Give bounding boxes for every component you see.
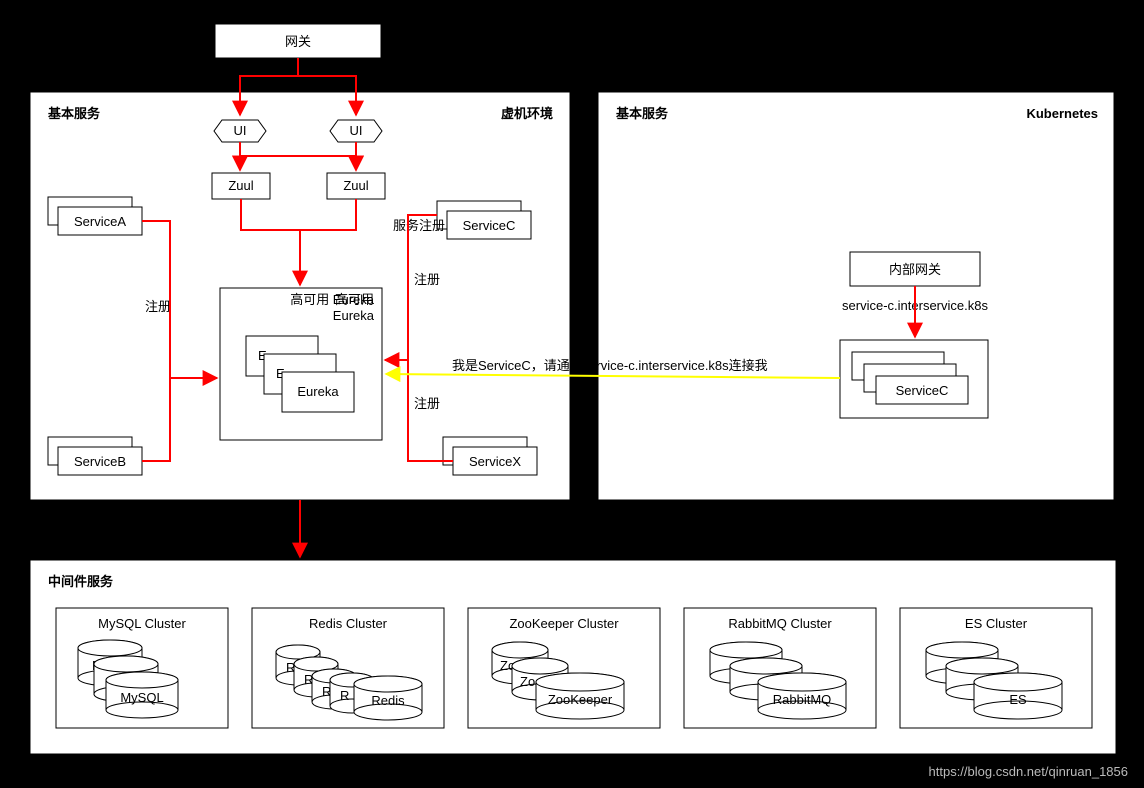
svg-text:RabbitMQ Cluster: RabbitMQ Cluster [728,616,832,631]
es-cluster: ES Cluster ES [900,608,1092,728]
svg-text:ZooKeeper: ZooKeeper [548,692,613,707]
redis-cluster: Redis Cluster R R [252,608,444,728]
svg-text:ZooKeeper Cluster: ZooKeeper Cluster [509,616,619,631]
zookeeper-cluster: ZooKeeper Cluster Zoo Zoo [468,608,660,728]
k8s-container: 基本服务 Kubernetes 内部网关 service-c.interserv… [598,92,1114,500]
diagram-root: 网关 基本服务 虚机环境 UI UI Zuul Zuul ServiceA [0,0,1144,788]
service-c-k8s-stack: ServiceC [840,340,988,418]
svg-text:ServiceB: ServiceB [74,454,126,469]
svg-text:UI: UI [234,123,247,138]
zuul-box-2: Zuul [327,173,385,199]
mysql-cylinder-3: MySQL [106,672,178,718]
zk-cyl-3: ZooKeeper [536,673,624,719]
middleware-title: 中间件服务 [48,574,114,589]
svg-text:ServiceA: ServiceA [74,214,126,229]
mysql-cluster: MySQL Cluster M M [56,608,228,728]
vm-env-title-right: 虚机环境 [501,106,553,121]
service-x-stack: ServiceX [443,437,537,475]
rabbitmq-cluster: RabbitMQ Cluster Rabbi [684,608,876,728]
svg-text:Zuul: Zuul [343,178,368,193]
k8s-title-left: 基本服务 [615,106,669,121]
register-label-x: 注册 [414,396,440,411]
svg-text:Redis Cluster: Redis Cluster [309,616,388,631]
ui-hex-2: UI [330,120,382,142]
yellow-msg: 我是ServiceC，请通过service-c.interservice.k8s… [452,358,768,373]
svg-text:ES Cluster: ES Cluster [965,616,1028,631]
svg-text:ServiceX: ServiceX [469,454,521,469]
svg-text:内部网关: 内部网关 [889,262,941,277]
eureka-title-line2: Eureka [333,308,375,323]
svg-text:R: R [340,688,349,703]
service-register-label: 服务注册 [393,218,445,233]
zuul-box-1: Zuul [212,173,270,199]
rmq-cyl-3: RabbitMQ [758,673,846,719]
vm-env-title-left: 基本服务 [47,106,101,121]
vm-env-container: 基本服务 虚机环境 UI UI Zuul Zuul ServiceA [30,92,570,500]
svg-text:ServiceC: ServiceC [896,383,949,398]
svg-text:ServiceC: ServiceC [463,218,516,233]
internal-gateway-box: 内部网关 [850,252,980,286]
ui-hex-1: UI [214,120,266,142]
service-c-vm-stack: ServiceC [437,201,531,239]
svg-text:RabbitMQ: RabbitMQ [773,692,832,707]
svg-text:Redis: Redis [371,693,405,708]
svg-text:Eureka: Eureka [297,384,339,399]
k8s-title-right: Kubernetes [1026,106,1098,121]
gateway-label: 网关 [285,34,311,49]
svg-text:Zuul: Zuul [228,178,253,193]
middleware-container: 中间件服务 MySQL Cluster M [30,560,1116,754]
register-label-a: 注册 [145,299,171,314]
register-label-c: 注册 [414,272,440,287]
svg-text:ES: ES [1009,692,1027,707]
redis-cyl-5: Redis [354,676,422,720]
svg-text:MySQL Cluster: MySQL Cluster [98,616,186,631]
svg-text:MySQL: MySQL [120,690,163,705]
gateway-box: 网关 [215,24,381,58]
svg-text:UI: UI [350,123,363,138]
service-a-stack: ServiceA [48,197,142,235]
eureka-container: 高可用 Eureka 高可用 Eureka E E Eureka [220,288,382,440]
eureka-title-line1: 高可用 [335,292,374,307]
es-cyl-3: ES [974,673,1062,719]
service-b-stack: ServiceB [48,437,142,475]
watermark: https://blog.csdn.net/qinruan_1856 [929,764,1128,779]
